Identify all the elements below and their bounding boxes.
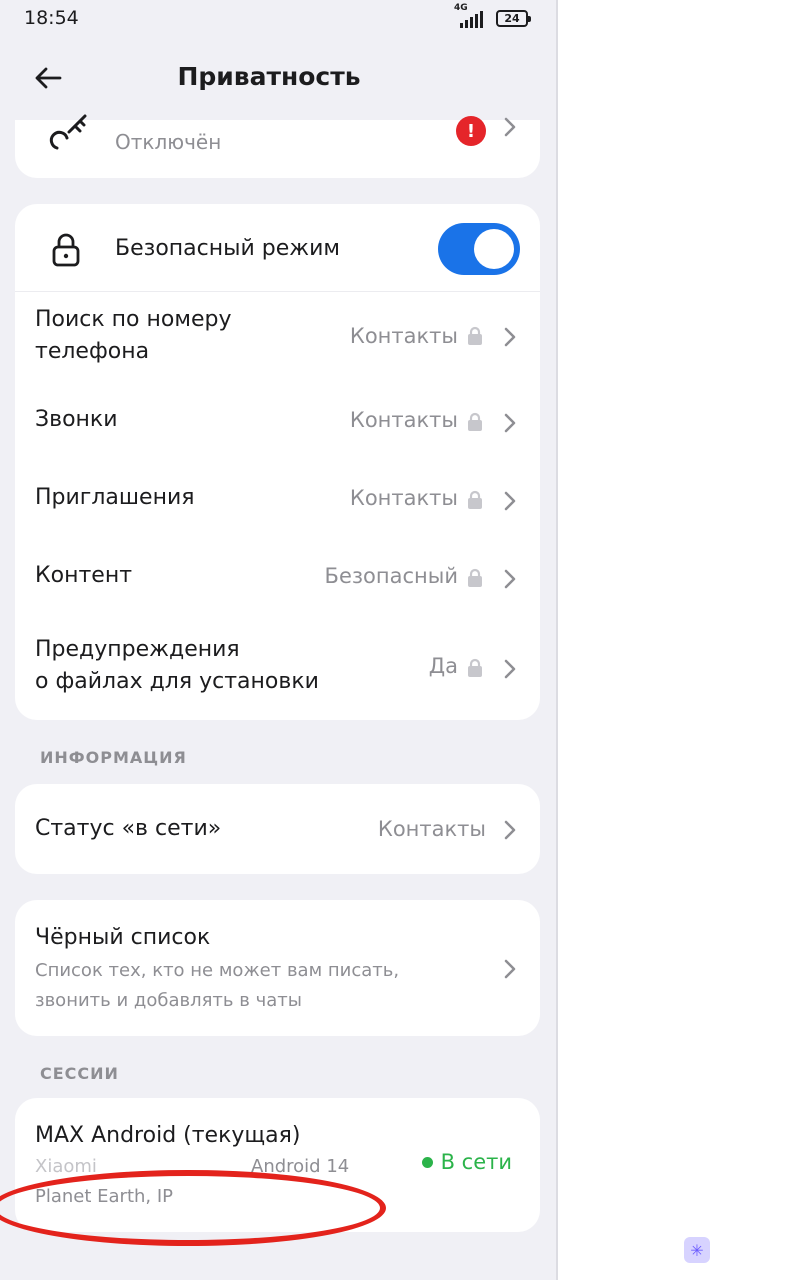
- status-bar: 18:54 4G 24: [0, 0, 556, 36]
- install-warnings-value: Да: [428, 654, 458, 678]
- chevron-right-icon: [504, 959, 516, 979]
- session-device: Xiaomi: [35, 1156, 97, 1177]
- content-row[interactable]: Контент Безопасный: [15, 556, 540, 604]
- chevron-right-icon: [504, 659, 516, 679]
- online-status-label: Статус «в сети»: [35, 816, 222, 841]
- blacklist-card[interactable]: Чёрный список Список тех, кто не может в…: [15, 900, 540, 1036]
- invitations-row[interactable]: Приглашения Контакты: [15, 478, 540, 526]
- annotation-ellipse: [0, 1170, 386, 1246]
- online-status-card[interactable]: Статус «в сети» Контакты: [15, 784, 540, 874]
- online-status-value: Контакты: [377, 817, 486, 841]
- session-status: В сети: [421, 1150, 512, 1174]
- online-dot-icon: [421, 1156, 433, 1168]
- battery-level: 24: [504, 11, 520, 25]
- status-icons: 4G 24: [454, 3, 531, 28]
- section-title-info: ИНФОРМАЦИЯ: [40, 748, 187, 767]
- chevron-right-icon: [504, 820, 516, 840]
- security-card: Безопасный режим Поиск по номеру телефона…: [15, 204, 540, 720]
- invitations-value: Контакты: [349, 486, 458, 510]
- calls-row[interactable]: Звонки Контакты: [15, 400, 540, 448]
- lock-small-icon: [468, 568, 482, 587]
- content-value: Безопасный: [324, 564, 458, 588]
- top-app-bar: Приватность: [0, 48, 556, 108]
- phone-search-value: Контакты: [349, 324, 458, 348]
- chevron-right-icon: [504, 413, 516, 433]
- session-status-text: В сети: [440, 1150, 512, 1174]
- install-warnings-row[interactable]: Предупреждения о файлах для установки Да: [15, 632, 540, 704]
- invitations-label: Приглашения: [35, 485, 195, 510]
- signal-icon: 4G: [454, 3, 488, 28]
- key-icon: [49, 114, 87, 150]
- phone-screen: 18:54 4G 24 Приватность Отключён ! Безоп…: [0, 0, 558, 1280]
- safe-mode-row[interactable]: Безопасный режим: [15, 204, 540, 292]
- phone-search-label: Поиск по номеру телефона: [35, 307, 232, 364]
- status-time: 18:54: [24, 7, 79, 29]
- chevron-right-icon: [504, 117, 516, 137]
- phone-search-row[interactable]: Поиск по номеру телефона Контакты: [15, 302, 540, 374]
- chevron-right-icon: [504, 491, 516, 511]
- battery-icon: 24: [496, 9, 531, 27]
- lock-small-icon: [468, 490, 482, 509]
- password-card[interactable]: Отключён !: [15, 114, 540, 178]
- blacklist-description: Список тех, кто не может вам писать, звон…: [35, 960, 400, 1011]
- lock-small-icon: [468, 412, 482, 431]
- lock-small-icon: [468, 658, 482, 677]
- safe-mode-label: Безопасный режим: [115, 236, 341, 261]
- sparkle-icon: ✳: [684, 1237, 710, 1263]
- session-name: MAX Android (текущая): [35, 1123, 301, 1148]
- page-title: Приватность: [177, 62, 361, 91]
- chevron-right-icon: [504, 569, 516, 589]
- section-title-sessions: СЕССИИ: [40, 1064, 119, 1083]
- blacklist-label: Чёрный список: [35, 925, 211, 950]
- calls-label: Звонки: [35, 407, 118, 432]
- lock-small-icon: [468, 326, 482, 345]
- chevron-right-icon: [504, 327, 516, 347]
- content-label: Контент: [35, 563, 133, 588]
- calls-value: Контакты: [349, 408, 458, 432]
- install-warnings-label: Предупреждения о файлах для установки: [35, 637, 319, 694]
- safe-mode-toggle[interactable]: [438, 223, 520, 275]
- lock-icon: [52, 233, 80, 267]
- password-status: Отключён: [115, 130, 222, 154]
- alert-icon: !: [456, 116, 486, 146]
